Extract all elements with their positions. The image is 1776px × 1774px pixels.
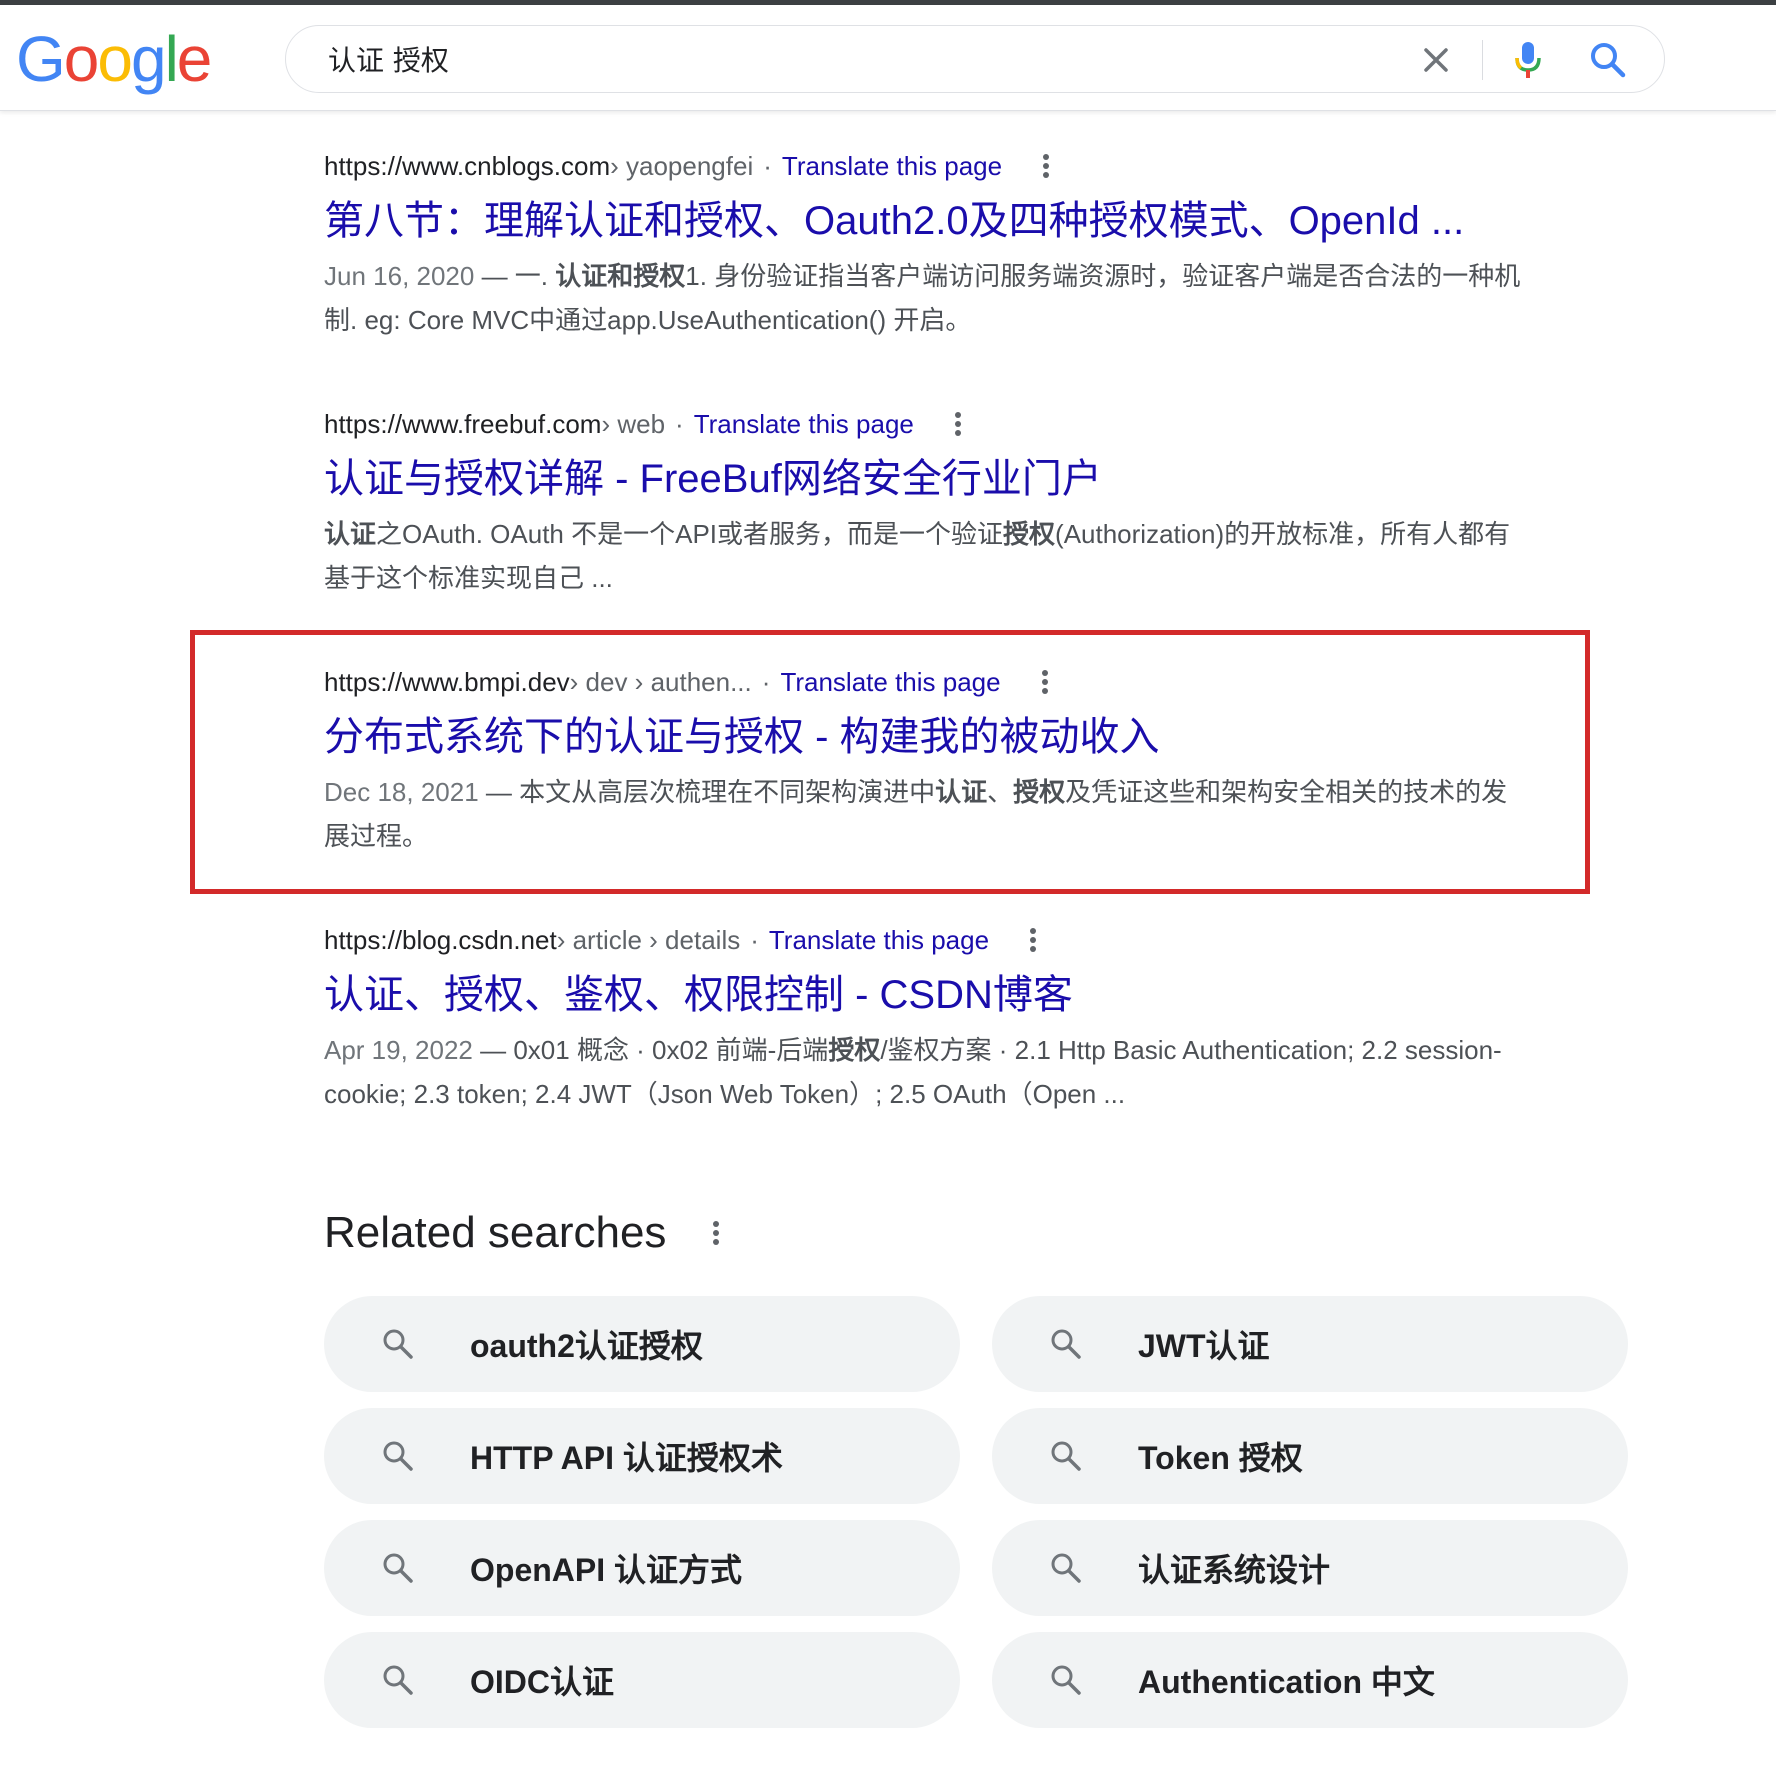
search-box (285, 25, 1665, 93)
snippet-text: — 本文从高层次梳理在不同架构演进中 (478, 777, 936, 807)
result-cite: https://www.freebuf.com › web · Translat… (324, 406, 1524, 442)
clear-search-button[interactable] (1416, 40, 1456, 80)
search-icon (383, 1329, 413, 1359)
search-divider (1482, 40, 1483, 80)
related-search-label: HTTP API 认证授权术 (470, 1440, 783, 1476)
result-cite: https://www.cnblogs.com › yaopengfei · T… (324, 148, 1524, 184)
result-cite: https://blog.csdn.net › article › detail… (324, 922, 1524, 958)
translate-link[interactable]: Translate this page (694, 409, 914, 440)
related-searches-title: Related searches (324, 1208, 667, 1257)
translate-link[interactable]: Translate this page (782, 151, 1002, 182)
result-path: › article › details (556, 924, 741, 955)
result-date: Dec 18, 2021 (324, 777, 479, 807)
more-options-icon[interactable] (948, 409, 968, 439)
search-icon (383, 1553, 413, 1583)
result-title-link[interactable]: 第八节：理解认证和授权、Oauth2.0及四种授权模式、OpenId ... (324, 196, 1524, 246)
logo-letter-g: G (16, 23, 66, 95)
logo-letter-l: l (164, 23, 179, 95)
translate-link[interactable]: Translate this page (769, 925, 989, 956)
snippet-keyword: 授权 (1003, 519, 1056, 549)
more-options-icon[interactable] (1036, 151, 1056, 181)
close-icon (1424, 48, 1448, 72)
snippet-text: — 一. (474, 261, 556, 291)
snippet-text: 、 (987, 777, 1014, 807)
header: Google (0, 5, 1776, 111)
translate-link[interactable]: Translate this page (780, 667, 1000, 698)
result-snippet: Dec 18, 2021 — 本文从高层次梳理在不同架构演进中认证、授权及凭证这… (324, 770, 1524, 858)
search-icon (1051, 1665, 1081, 1695)
separator-dot: · (761, 666, 771, 697)
snippet-keyword: 授权 (828, 1035, 881, 1065)
search-result-highlighted: https://www.bmpi.dev › dev › authen... ·… (324, 664, 1524, 858)
result-snippet: Apr 19, 2022 — 0x01 概念 · 0x02 前端-后端授权/鉴权… (324, 1028, 1524, 1116)
search-result: https://www.freebuf.com › web · Translat… (324, 406, 1524, 600)
related-searches-header: Related searches (324, 1205, 726, 1261)
related-search-label: OIDC认证 (470, 1664, 615, 1700)
search-icon (383, 1441, 413, 1471)
result-snippet: Jun 16, 2020 — 一. 认证和授权1. 身份验证指当客户端访问服务端… (324, 254, 1524, 342)
google-logo[interactable]: Google (16, 23, 213, 95)
result-path: › dev › authen... (569, 666, 752, 697)
search-submit-button[interactable] (1586, 38, 1630, 82)
related-search-chip[interactable]: Token 授权 (992, 1408, 1628, 1504)
related-search-label: oauth2认证授权 (470, 1328, 703, 1364)
result-snippet: 认证之OAuth. OAuth 不是一个API或者服务，而是一个验证授权(Aut… (324, 512, 1524, 600)
result-title-link[interactable]: 认证与授权详解 - FreeBuf网络安全行业门户 (324, 454, 1524, 504)
result-date: Apr 19, 2022 (324, 1035, 473, 1065)
related-search-chip[interactable]: OpenAPI 认证方式 (324, 1520, 960, 1616)
related-search-chip[interactable]: oauth2认证授权 (324, 1296, 960, 1392)
snippet-keyword: 授权 (1013, 777, 1066, 807)
separator-dot: · (763, 150, 772, 181)
snippet-keyword: 认证 (935, 777, 988, 807)
search-icon (1591, 43, 1626, 78)
snippet-text: — 0x01 概念 · 0x02 前端-后端 (472, 1035, 829, 1065)
result-site[interactable]: https://www.freebuf.com (324, 409, 601, 440)
related-search-label: OpenAPI 认证方式 (470, 1552, 743, 1588)
result-title-link[interactable]: 认证、授权、鉴权、权限控制 - CSDN博客 (324, 970, 1524, 1020)
search-icon (383, 1665, 413, 1695)
snippet-text: 之OAuth. OAuth 不是一个API或者服务，而是一个验证 (376, 519, 1004, 549)
related-search-label: Authentication 中文 (1138, 1664, 1435, 1700)
result-path: › yaopengfei (610, 150, 754, 181)
voice-search-button[interactable] (1506, 38, 1550, 82)
logo-letter-g2: g (130, 23, 167, 95)
related-search-chip[interactable]: Authentication 中文 (992, 1632, 1628, 1728)
snippet-keyword: 认证和授权 (555, 261, 686, 291)
result-title-link[interactable]: 分布式系统下的认证与授权 - 构建我的被动收入 (324, 712, 1524, 762)
related-search-chip[interactable]: HTTP API 认证授权术 (324, 1408, 960, 1504)
result-date: Jun 16, 2020 (324, 261, 475, 291)
search-icon (1051, 1553, 1081, 1583)
logo-letter-e: e (176, 23, 213, 95)
separator-dot: · (750, 924, 759, 955)
related-search-chip[interactable]: OIDC认证 (324, 1632, 960, 1728)
search-icon (1051, 1441, 1081, 1471)
result-site[interactable]: https://www.cnblogs.com (324, 151, 610, 182)
result-cite: https://www.bmpi.dev › dev › authen... ·… (324, 664, 1524, 700)
result-path: › web (601, 408, 666, 439)
related-search-label: JWT认证 (1138, 1328, 1270, 1364)
separator-dot: · (675, 408, 684, 439)
more-options-icon[interactable] (1035, 667, 1055, 697)
snippet-keyword: 认证 (324, 519, 377, 549)
related-search-chip[interactable]: JWT认证 (992, 1296, 1628, 1392)
result-site[interactable]: https://blog.csdn.net (324, 925, 557, 956)
logo-letter-o2: o (97, 23, 133, 95)
related-search-label: Token 授权 (1138, 1440, 1303, 1476)
search-input[interactable] (328, 40, 1328, 78)
logo-letter-o1: o (63, 23, 100, 95)
more-options-icon[interactable] (1023, 925, 1043, 955)
search-result: https://www.cnblogs.com › yaopengfei · T… (324, 148, 1524, 342)
related-search-label: 认证系统设计 (1138, 1552, 1331, 1588)
more-options-icon[interactable] (706, 1218, 726, 1248)
result-site[interactable]: https://www.bmpi.dev (324, 667, 570, 698)
microphone-icon (1515, 42, 1541, 78)
search-icon (1051, 1329, 1081, 1359)
search-result: https://blog.csdn.net › article › detail… (324, 922, 1524, 1116)
related-search-chip[interactable]: 认证系统设计 (992, 1520, 1628, 1616)
